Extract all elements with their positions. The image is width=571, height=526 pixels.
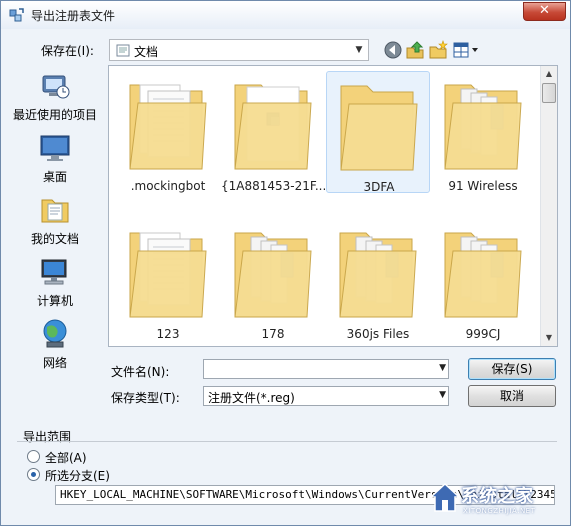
view-menu-icon[interactable] [452,40,480,60]
vertical-scrollbar[interactable]: ▲ ▼ [540,66,557,346]
site-watermark: 系统之家 XITONGZHIJIA.NET [421,479,571,525]
place-label: 最近使用的项目 [12,108,97,122]
close-button[interactable]: ✕ [523,2,566,21]
filetype-select[interactable]: 注册文件(*.reg) ▼ [203,386,449,406]
regedit-icon [9,8,24,22]
new-folder-icon[interactable] [428,40,448,60]
folder-icon [129,232,207,318]
radio-branch-label: 所选分支(E) [45,469,110,483]
file-item[interactable]: {1A881453-21F... [221,71,325,193]
file-item[interactable]: 360js Files [326,219,430,341]
computer-icon [41,259,67,285]
folder-icon [129,84,207,170]
filename-label: 文件名(N): [111,365,170,379]
recent-items-icon [42,75,70,99]
save-in-dropdown[interactable]: 文档 ▼ [109,39,369,61]
scroll-up-icon[interactable]: ▲ [541,66,557,82]
place-label: 网络 [42,356,67,370]
place-label: 计算机 [36,294,73,308]
documents-folder-icon [116,44,130,57]
place-computer[interactable]: 计算机 [5,256,105,316]
desktop-icon [40,135,70,161]
file-item-name: .mockingbot [130,179,206,193]
folder-icon [234,232,312,318]
chevron-down-icon[interactable]: ▼ [439,390,446,400]
title-bar: 导出注册表文件 ✕ [1,1,570,29]
file-item-name: 91 Wireless [448,179,518,193]
place-recent-items[interactable]: 最近使用的项目 [5,70,105,130]
watermark-subtext: XITONGZHIJIA.NET [463,507,536,515]
radio-all-label: 全部(A) [45,451,87,465]
radio-selected-branch[interactable] [27,468,40,481]
scrollbar-thumb[interactable] [542,83,556,103]
save-in-value: 文档 [134,45,159,59]
place-network[interactable]: 网络 [5,318,105,378]
place-label: 桌面 [42,170,67,184]
window-title: 导出注册表文件 [31,9,116,23]
file-item-name: 178 [261,327,285,341]
file-item[interactable]: 91 Wireless [431,71,535,193]
file-item-name: {1A881453-21F... [221,179,325,193]
file-item-name: 123 [156,327,180,341]
filetype-label: 保存类型(T): [111,391,180,405]
file-item-name: 360js Files [346,327,410,341]
watermark-text: 系统之家 [461,486,533,507]
file-item-name: 999CJ [465,327,501,341]
place-desktop[interactable]: 桌面 [5,132,105,192]
chevron-down-icon[interactable]: ▼ [439,363,446,373]
file-item[interactable]: .mockingbot [116,71,220,193]
radio-all[interactable] [27,450,40,463]
folder-icon [234,84,312,170]
file-item-name: 3DFA [363,180,395,194]
folder-icon [340,85,418,171]
place-my-documents[interactable]: 我的文档 [5,194,105,254]
file-item[interactable]: 123 [116,219,220,341]
chevron-down-icon[interactable]: ▼ [350,40,368,60]
file-item[interactable]: 999CJ [431,219,535,341]
documents-icon [41,199,69,223]
places-bar: 最近使用的项目 桌面 我的文档 计算机 网络 [5,66,105,388]
place-label: 我的文档 [30,232,79,246]
folder-icon [339,232,417,318]
house-logo-icon [429,482,461,512]
file-item[interactable]: 178 [221,219,325,341]
network-icon [43,319,67,348]
up-folder-icon[interactable] [405,40,425,60]
folder-icon [444,84,522,170]
scroll-down-icon[interactable]: ▼ [541,330,557,346]
save-button[interactable]: 保存(S) [468,358,556,380]
back-icon[interactable] [383,40,403,60]
cancel-button[interactable]: 取消 [468,385,556,407]
folder-icon [444,232,522,318]
filetype-value: 注册文件(*.reg) [208,391,295,405]
file-item[interactable]: 3DFA [326,71,430,194]
save-in-label: 保存在(I): [41,44,94,58]
export-registry-dialog: 导出注册表文件 ✕ 保存在(I): 文档 ▼ 最近使用的项目 桌面 我的文档 计… [0,0,571,526]
filename-input[interactable]: ▼ [203,359,449,379]
